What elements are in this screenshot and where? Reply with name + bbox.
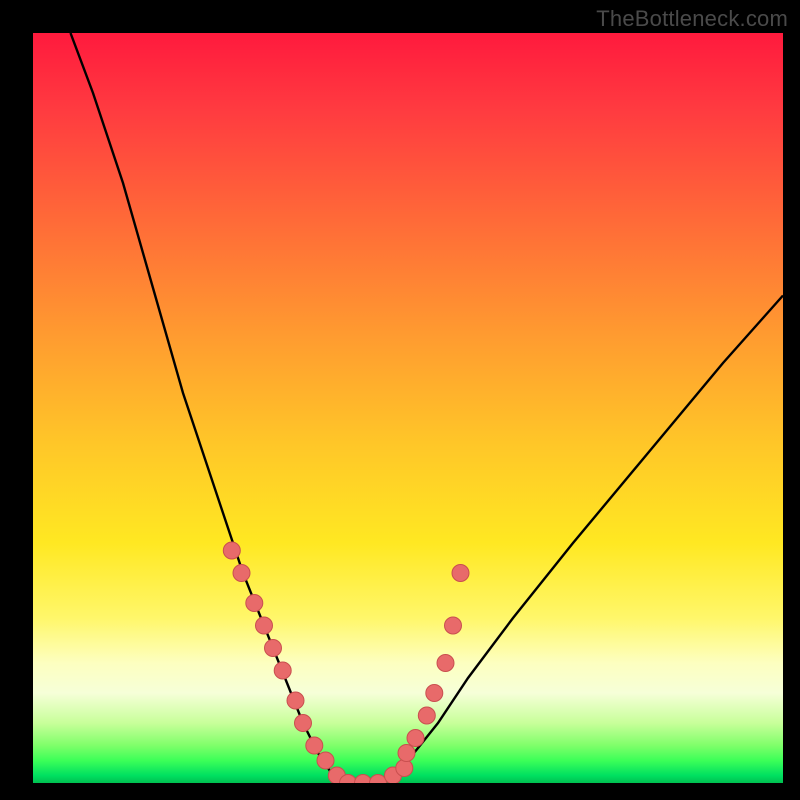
plot-area [33,33,783,783]
watermark-text: TheBottleneck.com [596,6,788,32]
marker-dot [355,775,372,784]
marker-dots [223,542,469,783]
marker-dot [306,737,323,754]
marker-dot [256,617,273,634]
marker-dot [233,565,250,582]
curve-path [71,33,784,783]
marker-dot [396,760,413,777]
bottleneck-curve [33,33,783,783]
marker-dot [437,655,454,672]
marker-dot [246,595,263,612]
marker-dot [407,730,424,747]
marker-dot [445,617,462,634]
marker-dot [223,542,240,559]
marker-dot [265,640,282,657]
marker-dot [317,752,334,769]
chart-frame: TheBottleneck.com [0,0,800,800]
marker-dot [370,775,387,784]
marker-dot [287,692,304,709]
marker-dot [295,715,312,732]
marker-dot [418,707,435,724]
marker-dot [274,662,291,679]
marker-dot [452,565,469,582]
marker-dot [426,685,443,702]
marker-dot [398,745,415,762]
